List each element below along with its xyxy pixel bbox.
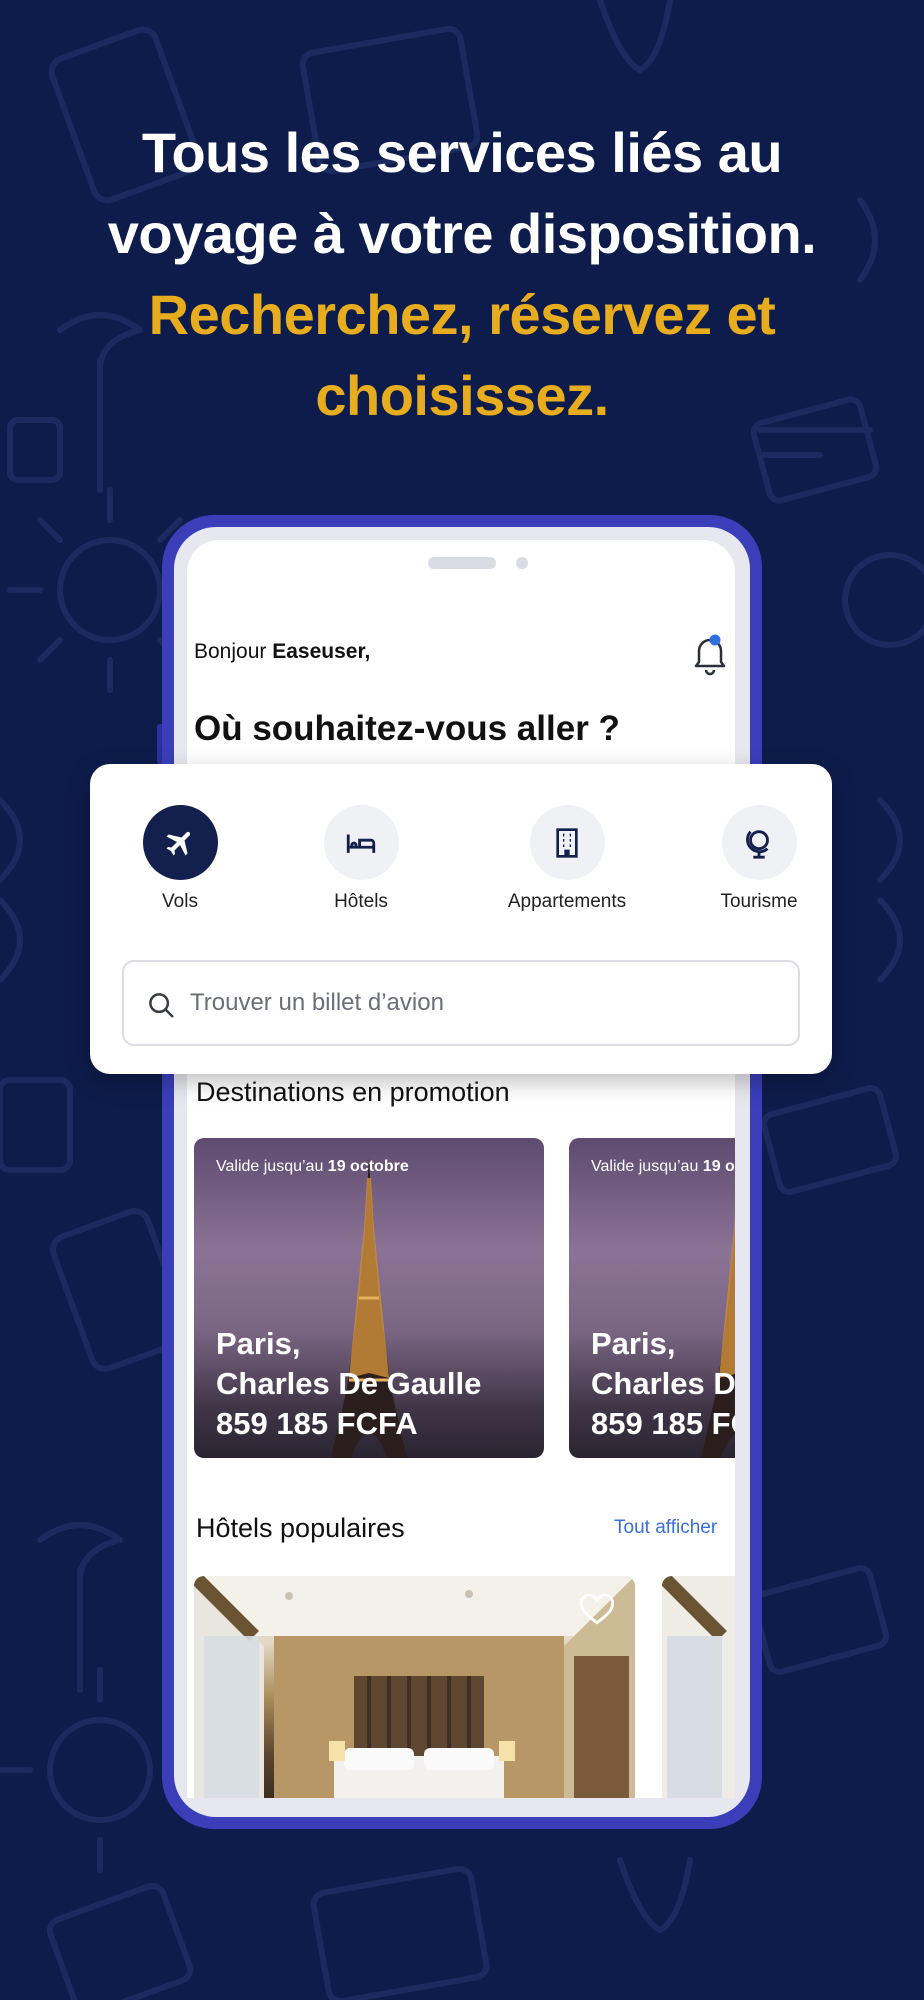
- category-appartements[interactable]: Appartements: [497, 805, 637, 913]
- greeting: Bonjour Easeuser,: [194, 640, 370, 664]
- page-title: Où souhaitez-vous aller ?: [194, 709, 620, 748]
- promo-valid-prefix: Valide jusqu’au: [591, 1158, 699, 1175]
- airplane-icon: [142, 805, 218, 880]
- promo-city: Paris,: [216, 1326, 301, 1361]
- search-field[interactable]: [122, 960, 800, 1046]
- hotels-title: Hôtels populaires: [196, 1513, 405, 1543]
- promo-price: 859 185 FCFA: [591, 1406, 735, 1441]
- category-label: Hôtels: [334, 891, 388, 912]
- see-all-link[interactable]: Tout afficher: [614, 1517, 717, 1539]
- search-input[interactable]: [190, 962, 770, 1044]
- phone-camera: [516, 557, 528, 569]
- bed-icon: [323, 805, 399, 880]
- search-icon: [149, 993, 174, 1018]
- headline-line-4: choisissez.: [315, 364, 609, 427]
- promo-card[interactable]: Valide jusqu’au 19 octobre Paris, Charle…: [569, 1138, 735, 1458]
- category-tourisme[interactable]: Tourisme: [689, 805, 829, 913]
- greeting-prefix: Bonjour: [194, 640, 267, 663]
- hotel-room-image: [662, 1576, 735, 1798]
- headline-line-1: Tous les services liés au: [141, 121, 783, 184]
- promo-valid-prefix: Valide jusqu’au: [216, 1158, 324, 1175]
- promo-card[interactable]: Valide jusqu’au 19 octobre Paris, Charle…: [194, 1138, 544, 1458]
- search-card: Vols Hôtels Appartements Tourisme: [90, 764, 832, 1074]
- category-label: Vols: [162, 891, 198, 912]
- category-label: Appartements: [507, 891, 627, 912]
- headline: Tous les services liés au voyage à votre…: [0, 112, 924, 436]
- bell-icon[interactable]: [690, 632, 730, 676]
- hotel-card[interactable]: [194, 1576, 635, 1798]
- phone-speaker: [428, 557, 496, 569]
- globe-icon: [721, 805, 797, 880]
- promo-info: Paris, Charles De Gaulle 859 185 FCFA: [216, 1324, 481, 1444]
- category-vols[interactable]: Vols: [110, 805, 250, 913]
- promo-info: Paris, Charles De Gaulle 859 185 FCFA: [591, 1324, 735, 1444]
- promotions-title: Destinations en promotion: [196, 1077, 510, 1107]
- promo-airport: Charles De Gaulle: [216, 1366, 482, 1401]
- phone-bottom-bezel: [187, 1798, 735, 1812]
- promo-city: Paris,: [591, 1326, 676, 1361]
- hotel-card[interactable]: [662, 1576, 735, 1798]
- category-hotels[interactable]: Hôtels: [291, 805, 431, 913]
- user-name: Easeuser,: [272, 640, 371, 663]
- headline-line-3: Recherchez, réservez et: [148, 283, 776, 346]
- heart-icon[interactable]: [579, 1593, 615, 1631]
- building-icon: [529, 805, 605, 880]
- category-label: Tourisme: [720, 891, 798, 912]
- hotel-room-image: [194, 1576, 635, 1798]
- promo-airport: Charles De Gaulle: [591, 1366, 735, 1401]
- headline-line-2: voyage à votre disposition.: [107, 202, 817, 265]
- promo-price: 859 185 FCFA: [216, 1406, 418, 1441]
